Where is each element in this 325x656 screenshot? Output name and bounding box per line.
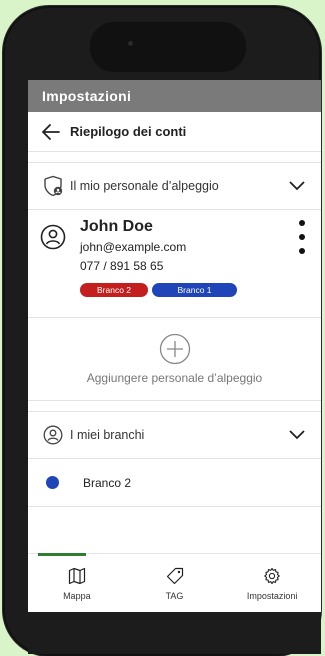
- staff-email: john@example.com: [80, 240, 187, 254]
- nav-item-mappa[interactable]: Mappa: [28, 553, 126, 612]
- nav-label: TAG: [165, 591, 184, 601]
- gear-icon: [261, 565, 283, 587]
- more-options-icon[interactable]: [295, 220, 309, 254]
- active-tab-indicator: [38, 553, 86, 556]
- camera-icon: [128, 41, 133, 46]
- staff-section-label: Il mio personale d’alpeggio: [70, 179, 219, 193]
- phone-bottom-bezel: [28, 612, 321, 654]
- map-icon: [66, 565, 88, 587]
- phone-frame: Impostazioni Riepilogo dei conti Il mio …: [5, 8, 321, 654]
- nav-item-impostazioni[interactable]: Impostazioni: [223, 554, 321, 612]
- bottom-navigation: Mappa TAG Impostazioni: [28, 553, 321, 612]
- phone-notch: [90, 22, 246, 72]
- back-arrow-icon[interactable]: [40, 121, 62, 143]
- spacer: [28, 152, 321, 162]
- staff-name: John Doe: [80, 218, 153, 235]
- chevron-down-icon[interactable]: [285, 174, 309, 198]
- nav-item-tag[interactable]: TAG: [126, 554, 224, 612]
- staff-tags: Branco 2 Branco 1: [80, 283, 237, 297]
- chevron-down-icon[interactable]: [285, 423, 309, 447]
- staff-section-header[interactable]: Il mio personale d’alpeggio: [28, 162, 321, 210]
- app-bar-title: Impostazioni: [42, 88, 132, 104]
- shield-user-icon: [40, 173, 66, 199]
- add-staff-label: Aggiungere personale d’alpeggio: [86, 371, 263, 385]
- app-bar: Impostazioni: [28, 80, 321, 112]
- add-staff-button[interactable]: Aggiungere personale d’alpeggio: [28, 318, 321, 401]
- herd-list-item[interactable]: Branco 2: [28, 459, 321, 507]
- app-screen: Impostazioni Riepilogo dei conti Il mio …: [28, 80, 321, 612]
- user-avatar-icon: [40, 224, 66, 250]
- plus-circle-icon: [159, 333, 191, 365]
- herds-section-header[interactable]: I miei branchi: [28, 411, 321, 459]
- herd-color-dot: [46, 476, 59, 489]
- tag-icon: [164, 565, 186, 587]
- nav-label: Impostazioni: [246, 591, 298, 601]
- herd-label: Branco 2: [83, 475, 132, 490]
- user-circle-icon: [40, 422, 66, 448]
- subheader: Riepilogo dei conti: [28, 112, 321, 152]
- nav-label: Mappa: [63, 591, 91, 601]
- staff-phone: 077 / 891 58 65: [80, 259, 164, 273]
- tag-badge: Branco 1: [152, 283, 237, 297]
- staff-card[interactable]: John Doe john@example.com 077 / 891 58 6…: [28, 210, 321, 318]
- tag-badge: Branco 2: [80, 283, 148, 297]
- staff-info: John Doe john@example.com 077 / 891 58 6…: [80, 218, 237, 297]
- herds-section-label: I miei branchi: [70, 428, 145, 442]
- page-title: Riepilogo dei conti: [70, 124, 187, 139]
- spacer: [28, 401, 321, 411]
